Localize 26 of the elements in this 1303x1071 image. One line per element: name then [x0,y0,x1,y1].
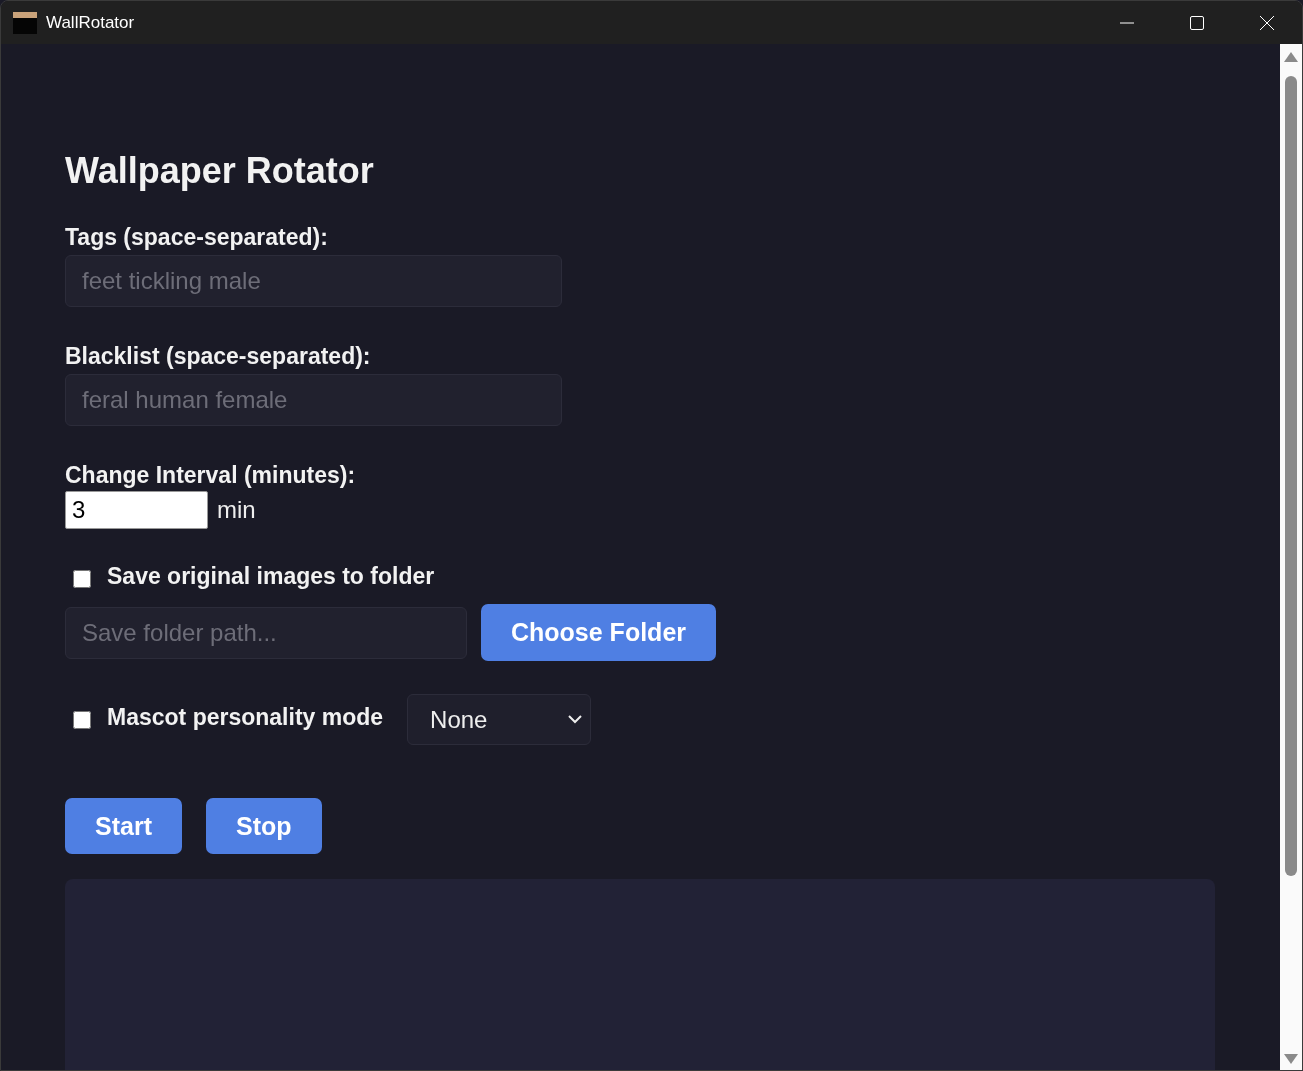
scrollbar[interactable] [1280,44,1302,1070]
start-button[interactable]: Start [65,798,182,854]
select-dropdown[interactable]: None [407,694,592,745]
checkbox-label: Save original images to folder [107,563,435,590]
stop-button[interactable]: Stop [205,798,322,854]
input-field[interactable]: Save folder path... [65,606,467,659]
scroll-up-arrow-icon[interactable] [1284,52,1298,62]
unit-label: min [217,496,256,524]
field-label: Blacklist (space-separated): [65,343,371,370]
checkbox[interactable] [73,710,91,729]
window-title: WallRotator [46,12,136,33]
input-field[interactable]: feet tickling male [65,255,562,307]
scroll-down-arrow-icon[interactable] [1284,1054,1298,1064]
maximize-icon [1189,14,1205,31]
input-field[interactable]: feral human female [65,374,562,426]
checkbox[interactable] [73,569,91,588]
field-label: Change Interval (minutes): [65,462,356,489]
app-icon [13,11,37,34]
close-icon [1259,14,1275,31]
field-label: Tags (space-separated): [65,224,328,251]
checkbox-label: Mascot personality mode [107,704,384,731]
number-field[interactable]: 3 [65,491,208,529]
page-heading: Wallpaper Rotator [65,150,374,192]
choose-folder-button[interactable]: Choose Folder [481,604,716,661]
chevron-down-icon [568,715,583,724]
minimize-icon [1119,21,1135,24]
